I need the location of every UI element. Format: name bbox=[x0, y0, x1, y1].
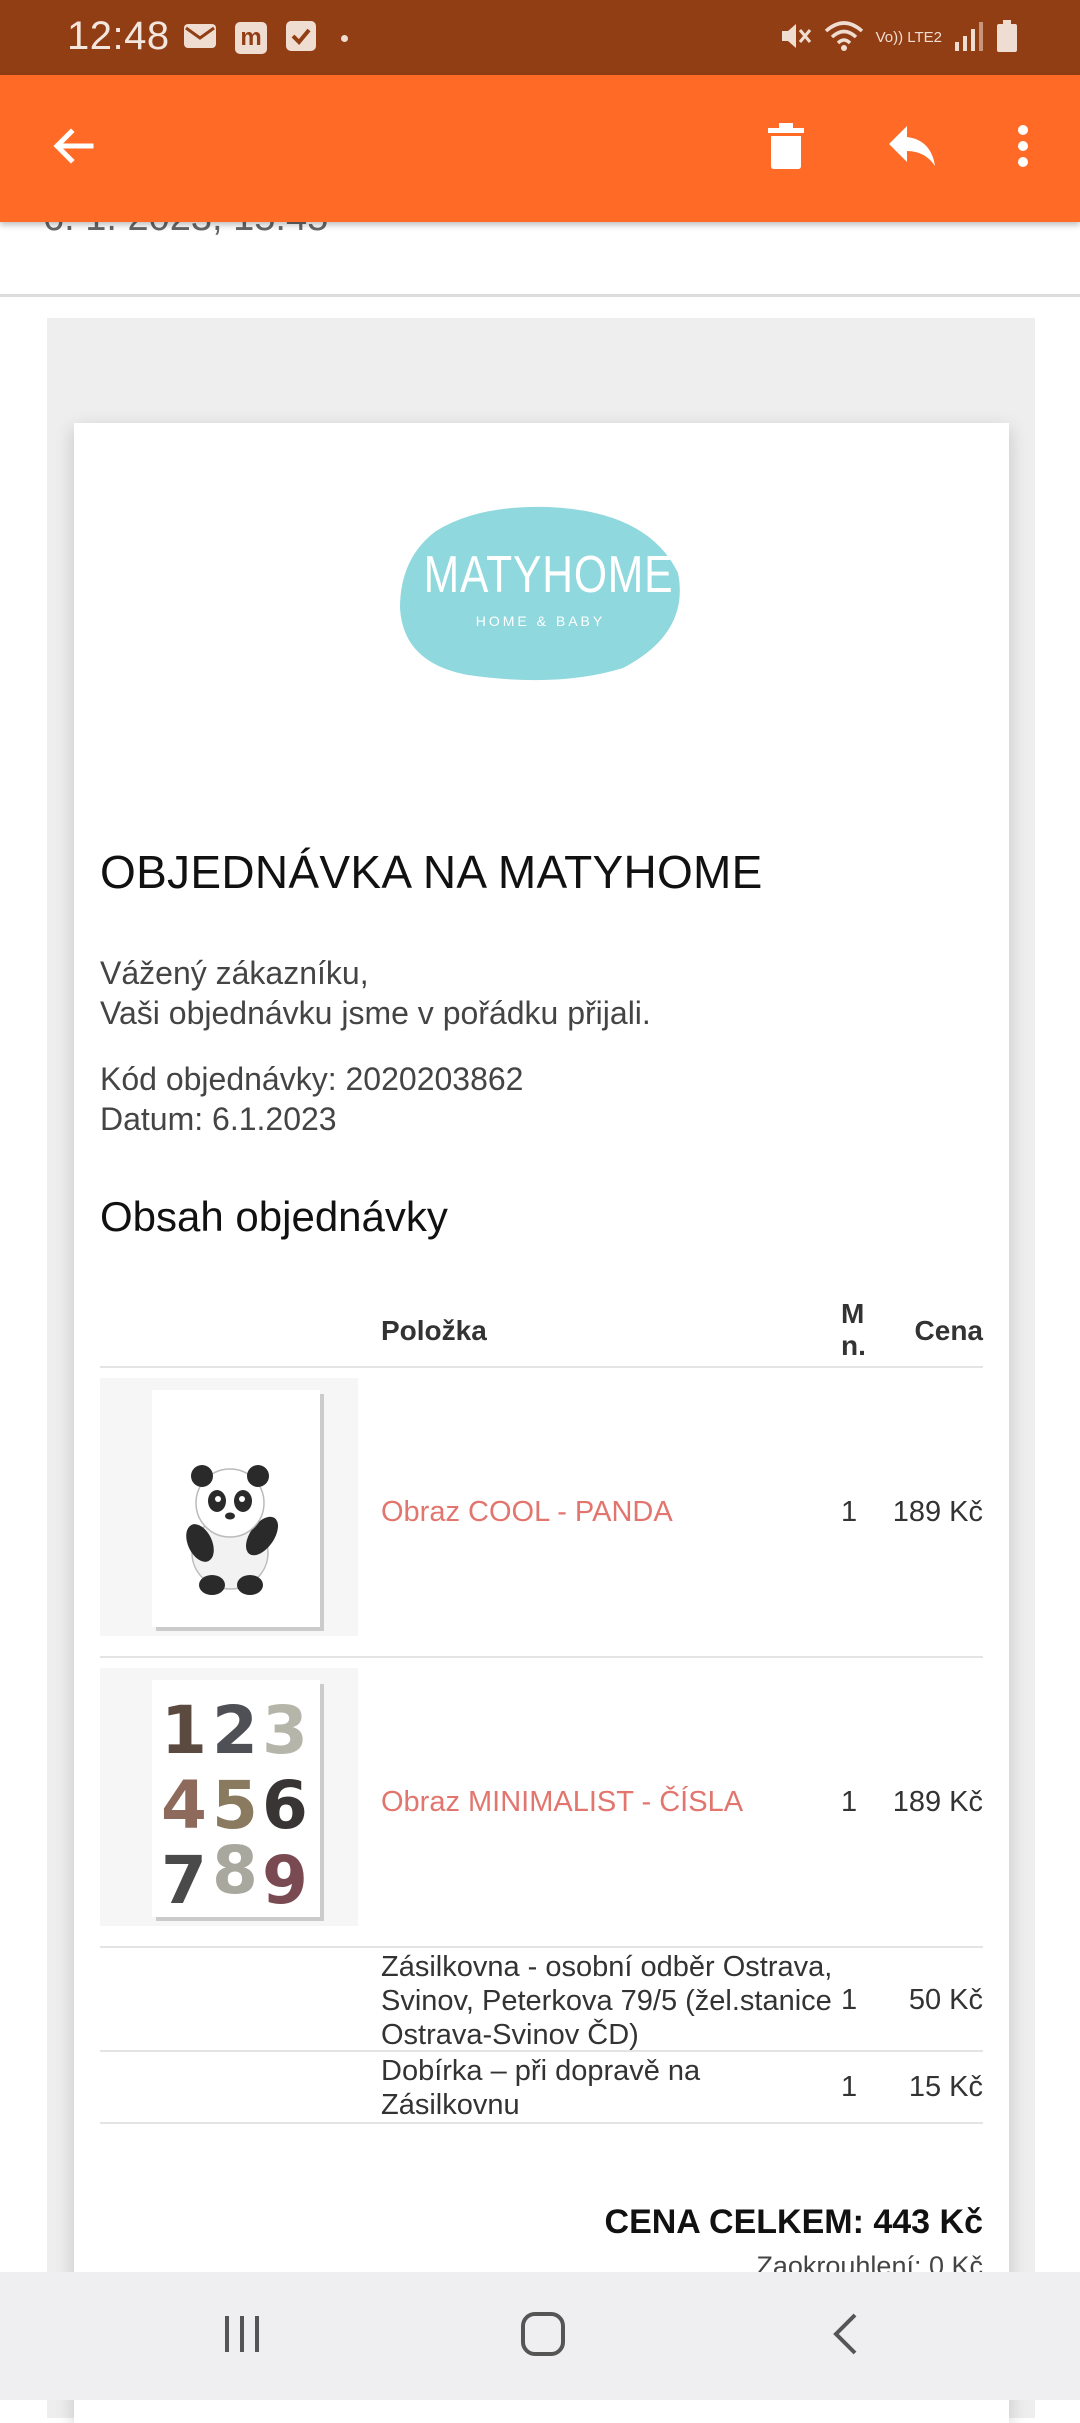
qty-payment: 1 bbox=[841, 2071, 858, 2103]
price-numbers: 189 Kč bbox=[892, 1786, 983, 1818]
product-image-panda[interactable] bbox=[100, 1378, 358, 1636]
column-header-item: Položka bbox=[381, 1315, 487, 1346]
greeting-text: Vážený zákazníku, bbox=[100, 955, 369, 991]
more-notifications-dot bbox=[341, 34, 348, 42]
greeting-paragraph: Vážený zákazníku, Vaši objednávku jsme v… bbox=[100, 953, 651, 1033]
column-header-qty: M n. bbox=[841, 1298, 866, 1362]
digit-2: 2 bbox=[212, 1692, 258, 1769]
logo-tagline: HOME & BABY bbox=[475, 613, 606, 629]
table-divider bbox=[100, 2050, 983, 2052]
delete-button[interactable] bbox=[741, 75, 831, 222]
volte-icon: Vo)) LTE2 bbox=[875, 29, 942, 46]
battery-icon bbox=[996, 19, 1018, 58]
payment-description: Dobírka – při dopravě na Zásilkovnu bbox=[381, 2055, 701, 2121]
price-shipping: 50 Kč bbox=[908, 1984, 983, 2016]
digit-3: 3 bbox=[262, 1692, 308, 1769]
recents-button[interactable] bbox=[187, 2292, 297, 2380]
home-icon bbox=[520, 2311, 566, 2362]
qty-shipping: 1 bbox=[841, 1984, 858, 2016]
mute-icon bbox=[778, 19, 812, 58]
more-options-button[interactable] bbox=[978, 75, 1068, 222]
price-panda: 189 Kč bbox=[892, 1496, 983, 1528]
matyhome-logo[interactable]: MATYHOME HOME & BABY bbox=[398, 503, 683, 681]
digit-7: 7 bbox=[161, 1842, 207, 1919]
qty-panda: 1 bbox=[841, 1496, 858, 1528]
logo-wordmark: MATYHOME bbox=[423, 546, 674, 604]
notification-icons: m bbox=[183, 18, 348, 58]
wifi-icon bbox=[824, 19, 864, 58]
product-link-panda[interactable]: Obraz COOL - PANDA bbox=[381, 1496, 673, 1529]
intro-text: Vaši objednávku jsme v pořádku přijali. bbox=[100, 995, 651, 1031]
order-email-card: MATYHOME HOME & BABY OBJEDNÁVKA NA MATYH… bbox=[74, 423, 1009, 2423]
qty-header-line1: M bbox=[841, 1298, 865, 1329]
numbers-picture: 1 2 3 4 5 6 7 8 9 bbox=[100, 1668, 358, 1926]
delete-icon bbox=[766, 122, 806, 175]
gmail-icon bbox=[183, 23, 217, 54]
more-vert-icon bbox=[1017, 124, 1029, 173]
home-button[interactable] bbox=[488, 2292, 598, 2380]
reply-icon bbox=[887, 124, 937, 173]
order-date: Datum: 6.1.2023 bbox=[100, 1101, 337, 1137]
product-link-numbers[interactable]: Obraz MINIMALIST - ČÍSLA bbox=[381, 1786, 743, 1819]
qty-numbers: 1 bbox=[841, 1786, 858, 1818]
status-bar: 12:48 m Vo)) LTE2 bbox=[0, 0, 1080, 75]
digit-8: 8 bbox=[212, 1832, 258, 1909]
m-app-icon: m bbox=[235, 22, 267, 54]
signal-icon bbox=[954, 20, 984, 57]
back-button[interactable] bbox=[28, 75, 118, 222]
table-divider bbox=[100, 1366, 983, 1368]
system-navigation-bar bbox=[0, 2272, 1080, 2400]
system-back-button[interactable] bbox=[790, 2292, 900, 2380]
back-arrow-icon bbox=[49, 122, 97, 175]
order-info: Kód objednávky: 2020203862 Datum: 6.1.20… bbox=[100, 1059, 523, 1139]
qty-header-line2: n. bbox=[841, 1330, 866, 1361]
status-time: 12:48 bbox=[67, 14, 170, 58]
app-bar bbox=[0, 75, 1080, 222]
recents-icon bbox=[222, 2314, 262, 2359]
price-payment: 15 Kč bbox=[908, 2071, 983, 2103]
order-title: OBJEDNÁVKA NA MATYHOME bbox=[100, 846, 763, 898]
digit-4: 4 bbox=[161, 1767, 207, 1844]
table-divider bbox=[100, 1946, 983, 1948]
order-contents-heading: Obsah objednávky bbox=[100, 1193, 448, 1240]
order-total: CENA CELKEM: 443 Kč bbox=[604, 2203, 983, 2241]
checkbox-app-icon bbox=[285, 20, 317, 57]
digit-9: 9 bbox=[262, 1842, 308, 1919]
back-icon bbox=[830, 2312, 860, 2361]
table-divider bbox=[100, 2122, 983, 2124]
panda-picture bbox=[100, 1378, 358, 1636]
digit-1: 1 bbox=[161, 1692, 207, 1769]
product-image-numbers[interactable]: 1 2 3 4 5 6 7 8 9 bbox=[100, 1668, 358, 1926]
column-header-price: Cena bbox=[914, 1315, 983, 1346]
order-code: Kód objednávky: 2020203862 bbox=[100, 1061, 524, 1097]
system-icons: Vo)) LTE2 bbox=[778, 16, 1018, 60]
shipping-description: Zásilkovna - osobní odběr Ostrava, Svino… bbox=[381, 1951, 833, 2051]
table-divider bbox=[100, 1656, 983, 1658]
reply-button[interactable] bbox=[867, 75, 957, 222]
digit-6: 6 bbox=[262, 1767, 308, 1844]
header-divider bbox=[0, 294, 1080, 297]
